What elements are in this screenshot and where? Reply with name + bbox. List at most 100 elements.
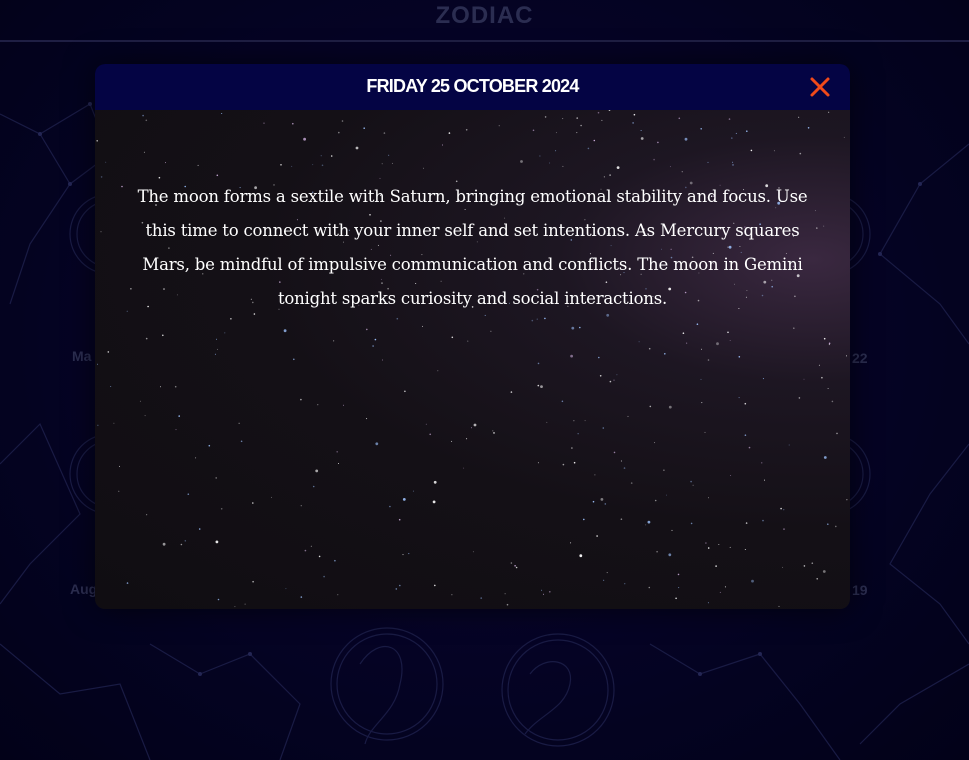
star <box>381 163 383 165</box>
star <box>321 164 324 167</box>
star <box>654 442 656 444</box>
star <box>145 119 148 122</box>
star <box>623 467 626 469</box>
star <box>238 422 240 424</box>
star <box>110 386 112 387</box>
star <box>701 402 703 404</box>
star <box>671 529 673 531</box>
star <box>818 364 820 366</box>
star <box>579 554 583 558</box>
star <box>751 579 754 583</box>
star <box>738 356 741 358</box>
star <box>633 113 636 116</box>
star <box>638 341 640 343</box>
star <box>668 553 672 557</box>
star <box>180 543 183 546</box>
star <box>466 438 468 440</box>
star <box>320 155 322 157</box>
star <box>463 467 465 469</box>
star <box>783 509 785 511</box>
star <box>609 380 612 383</box>
star <box>592 500 595 503</box>
star <box>632 122 634 124</box>
star <box>627 415 629 417</box>
star <box>217 598 220 601</box>
horoscope-modal: FRIDAY 25 OCTOBER 2024 The moon forms a … <box>95 64 850 609</box>
star <box>843 136 845 138</box>
star <box>338 463 339 464</box>
star <box>165 162 166 164</box>
star <box>692 484 694 486</box>
star <box>821 376 823 379</box>
star <box>470 427 472 429</box>
star <box>244 603 246 605</box>
star <box>105 161 107 163</box>
horoscope-text: The moon forms a sextile with Saturn, br… <box>137 187 808 308</box>
star <box>515 566 518 569</box>
star <box>318 555 321 558</box>
modal-body: The moon forms a sextile with Saturn, br… <box>95 110 850 609</box>
star <box>217 348 218 350</box>
star <box>675 597 677 600</box>
star <box>448 132 451 134</box>
star <box>541 589 543 591</box>
star <box>727 331 729 334</box>
star <box>583 518 585 521</box>
star <box>745 522 748 524</box>
star <box>700 378 702 380</box>
star <box>216 174 219 177</box>
star <box>616 166 620 169</box>
star <box>143 151 145 153</box>
close-button[interactable] <box>807 74 833 100</box>
star <box>584 420 586 422</box>
star <box>715 565 717 567</box>
star <box>334 559 336 562</box>
star <box>338 131 340 134</box>
star <box>773 150 775 152</box>
star <box>389 505 391 508</box>
modal-title: FRIDAY 25 OCTOBER 2024 <box>366 76 579 96</box>
star <box>160 386 161 388</box>
star <box>663 469 665 472</box>
star <box>562 165 564 167</box>
star <box>467 340 469 342</box>
star <box>544 116 547 118</box>
star <box>425 423 427 425</box>
star <box>300 596 303 598</box>
star <box>304 549 307 552</box>
star <box>432 500 436 504</box>
star <box>803 378 805 380</box>
star <box>570 542 572 544</box>
star <box>571 447 573 449</box>
star <box>119 465 120 467</box>
star <box>285 588 287 590</box>
star <box>174 385 177 388</box>
star <box>372 345 374 347</box>
star <box>374 338 377 341</box>
star <box>576 117 578 119</box>
star <box>395 588 398 590</box>
star <box>323 575 325 578</box>
star <box>498 125 500 127</box>
star <box>300 505 302 507</box>
star <box>343 404 344 406</box>
star <box>690 522 693 525</box>
star <box>630 482 633 484</box>
star <box>118 490 120 492</box>
star <box>142 114 144 117</box>
star <box>594 474 596 476</box>
star <box>382 359 383 361</box>
star <box>561 400 564 403</box>
star <box>549 591 551 593</box>
star <box>686 342 688 344</box>
star <box>312 164 314 166</box>
star <box>613 451 616 454</box>
star <box>732 164 734 166</box>
star <box>107 351 110 353</box>
star <box>366 328 368 331</box>
star <box>555 150 557 152</box>
star <box>573 420 575 422</box>
star <box>396 317 399 320</box>
star <box>555 132 557 134</box>
star <box>573 461 576 464</box>
